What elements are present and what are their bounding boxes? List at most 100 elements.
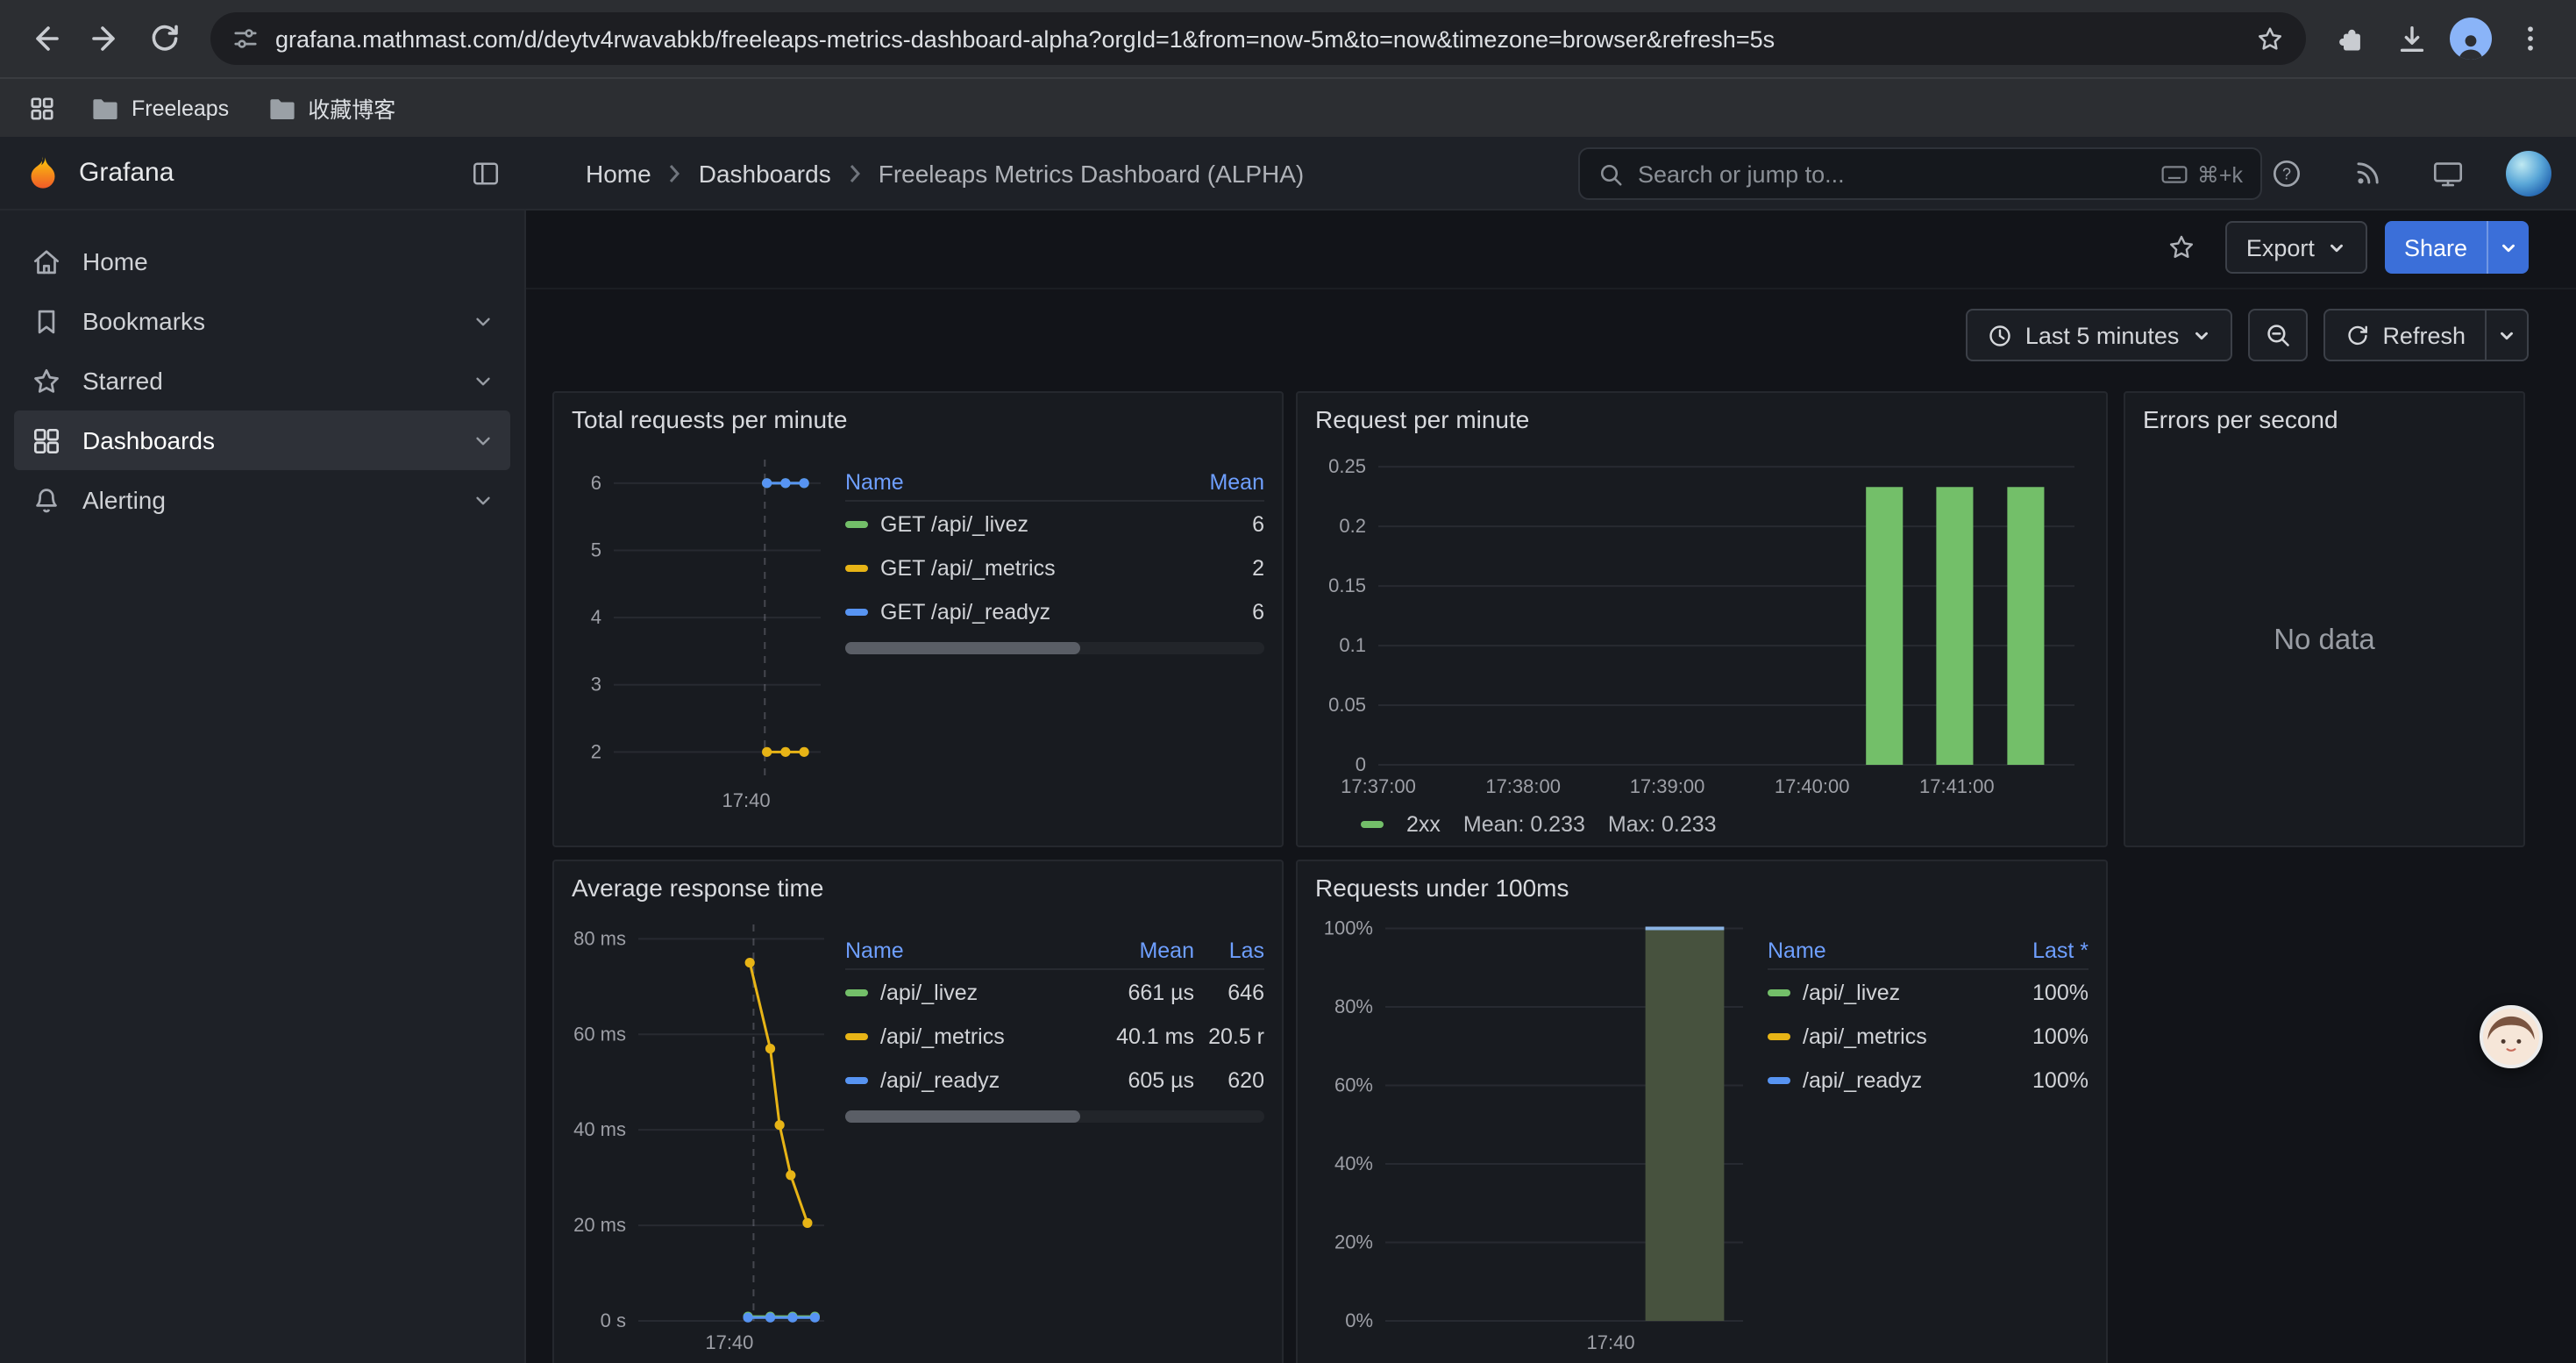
panel-request-per-minute: Request per minute 00.050.10.150.20.2517… — [1296, 391, 2108, 847]
bookmark-folder-freeleaps[interactable]: Freeleaps — [77, 89, 243, 127]
total-requests-chart[interactable]: 6543217:40 — [572, 446, 835, 814]
legend-last-value: 20.5 r — [1194, 1014, 1264, 1058]
menu-button[interactable] — [2502, 11, 2558, 67]
no-data-message: No data — [2143, 446, 2506, 835]
svg-text:0.1: 0.1 — [1339, 634, 1366, 656]
panel-title[interactable]: Request per minute — [1298, 393, 2106, 433]
svg-text:40 ms: 40 ms — [573, 1118, 626, 1140]
legend-series[interactable]: /api/_livez — [845, 970, 1096, 1014]
site-info-icon[interactable] — [231, 25, 260, 53]
chevron-down-icon[interactable] — [472, 369, 495, 392]
reload-button[interactable] — [137, 11, 193, 67]
svg-text:17:40: 17:40 — [1587, 1331, 1635, 1353]
home-icon — [30, 245, 63, 278]
legend-series[interactable]: GET /api/_livez — [845, 502, 1184, 546]
zoom-out-button[interactable] — [2247, 309, 2307, 361]
legend-value: 100% — [2008, 970, 2089, 1014]
share-button[interactable]: Share — [2385, 221, 2487, 274]
breadcrumb-home[interactable]: Home — [586, 159, 651, 187]
apps-grid-icon[interactable] — [18, 83, 67, 132]
legend-header-name[interactable]: Name — [1768, 931, 2008, 970]
legend-series[interactable]: /api/_readyz — [845, 1058, 1096, 1102]
grafana-header: Grafana Home Dashboards Freeleaps Metric… — [0, 137, 2576, 211]
panel-title[interactable]: Requests under 100ms — [1298, 861, 2106, 902]
average-response-chart[interactable]: 80 ms60 ms40 ms20 ms0 s17:40 — [572, 914, 835, 1356]
puzzle-icon — [2336, 23, 2367, 54]
org-profile-button[interactable] — [2502, 146, 2555, 199]
svg-text:4: 4 — [591, 606, 601, 628]
panel-requests-under-100ms: Requests under 100ms 100%80%60%40%20%0%1… — [1296, 860, 2108, 1363]
legend-value: 100% — [2008, 1058, 2089, 1102]
sidebar-item-bookmarks[interactable]: Bookmarks — [14, 291, 510, 351]
legend-series[interactable]: GET /api/_readyz — [845, 589, 1184, 633]
legend-value: 6 — [1184, 502, 1264, 546]
rss-icon — [2352, 158, 2382, 188]
forward-button[interactable] — [77, 11, 133, 67]
favorite-dashboard-button[interactable] — [2155, 221, 2208, 274]
request-per-minute-chart[interactable]: 00.050.10.150.20.2517:37:0017:38:0017:39… — [1315, 446, 2089, 800]
browser-toolbar: grafana.mathmast.com/d/deytv4rwavabkb/fr… — [0, 0, 2576, 77]
legend-series[interactable]: /api/_livez — [1768, 970, 2008, 1014]
sidebar-item-starred[interactable]: Starred — [14, 351, 510, 410]
legend-mean-value: 661 µs — [1096, 970, 1194, 1014]
kiosk-mode-button[interactable] — [2422, 146, 2474, 199]
refresh-button[interactable]: Refresh — [2324, 310, 2485, 360]
profile-avatar — [2450, 18, 2492, 60]
chevron-down-icon[interactable] — [472, 429, 495, 452]
sidebar-item-home[interactable]: Home — [14, 232, 510, 291]
download-icon — [2395, 22, 2428, 55]
legend-scrollbar[interactable] — [845, 642, 1264, 654]
downloads-button[interactable] — [2383, 11, 2439, 67]
chevron-down-icon[interactable] — [472, 489, 495, 511]
legend-header-mean[interactable]: Mean — [1184, 463, 1264, 502]
scrollbar-thumb[interactable] — [845, 1110, 1080, 1123]
legend-header-name[interactable]: Name — [845, 463, 1184, 502]
legend-header-name[interactable]: Name — [845, 931, 1096, 970]
chevron-down-icon[interactable] — [472, 310, 495, 332]
legend-series[interactable]: /api/_metrics — [1768, 1014, 2008, 1058]
panel-title[interactable]: Errors per second — [2125, 393, 2523, 433]
scrollbar-thumb[interactable] — [845, 642, 1080, 654]
bookmark-star-icon[interactable] — [2255, 24, 2285, 54]
under-100ms-chart[interactable]: 100%80%60%40%20%0%17:40 — [1315, 914, 1757, 1356]
time-controls: Last 5 minutes Refresh — [1966, 309, 2529, 361]
back-button[interactable] — [18, 11, 74, 67]
time-range-picker[interactable]: Last 5 minutes — [1966, 309, 2232, 361]
legend-series[interactable]: /api/_metrics — [845, 1014, 1096, 1058]
sidebar-item-label: Starred — [82, 367, 163, 395]
collapse-sidebar-button[interactable] — [470, 157, 502, 189]
export-button[interactable]: Export — [2225, 221, 2367, 274]
help-button[interactable]: ? — [2260, 146, 2313, 199]
extensions-button[interactable] — [2323, 11, 2380, 67]
legend-series[interactable]: /api/_readyz — [1768, 1058, 2008, 1102]
svg-text:20%: 20% — [1334, 1231, 1373, 1252]
bookmark-folder-blogs[interactable]: 收藏博客 — [253, 84, 409, 132]
assistant-avatar[interactable] — [2480, 1005, 2543, 1068]
refresh-icon — [2344, 322, 2370, 348]
legend-series[interactable]: GET /api/_metrics — [845, 546, 1184, 589]
panel-title[interactable]: Average response time — [554, 861, 1282, 902]
profile-button[interactable] — [2443, 11, 2499, 67]
legend-series[interactable]: 2xx — [1406, 812, 1441, 837]
sidebar-item-alerting[interactable]: Alerting — [14, 470, 510, 530]
svg-text:40%: 40% — [1334, 1152, 1373, 1174]
search-input[interactable]: Search or jump to... ⌘+k — [1578, 147, 2262, 200]
url-bar[interactable]: grafana.mathmast.com/d/deytv4rwavabkb/fr… — [210, 12, 2306, 65]
legend-value: 100% — [2008, 1014, 2089, 1058]
legend-header-last[interactable]: Las — [1194, 931, 1264, 970]
breadcrumb-dashboards[interactable]: Dashboards — [699, 159, 831, 187]
share-menu-caret[interactable] — [2487, 221, 2529, 274]
news-button[interactable] — [2341, 146, 2394, 199]
share-button-group: Share — [2385, 221, 2529, 274]
toolbar-right — [2323, 11, 2558, 67]
legend-scrollbar[interactable] — [845, 1110, 1264, 1123]
panel-title[interactable]: Total requests per minute — [554, 393, 1282, 433]
refresh-button-group: Refresh — [2323, 309, 2529, 361]
sidebar-item-dashboards[interactable]: Dashboards — [14, 410, 510, 470]
legend-header-last[interactable]: Last * — [2008, 931, 2089, 970]
legend-header-mean[interactable]: Mean — [1096, 931, 1194, 970]
kebab-menu-icon — [2515, 23, 2546, 54]
series-swatch — [845, 564, 868, 571]
bookmark-label: Freeleaps — [132, 96, 229, 120]
refresh-interval-caret[interactable] — [2485, 310, 2527, 360]
